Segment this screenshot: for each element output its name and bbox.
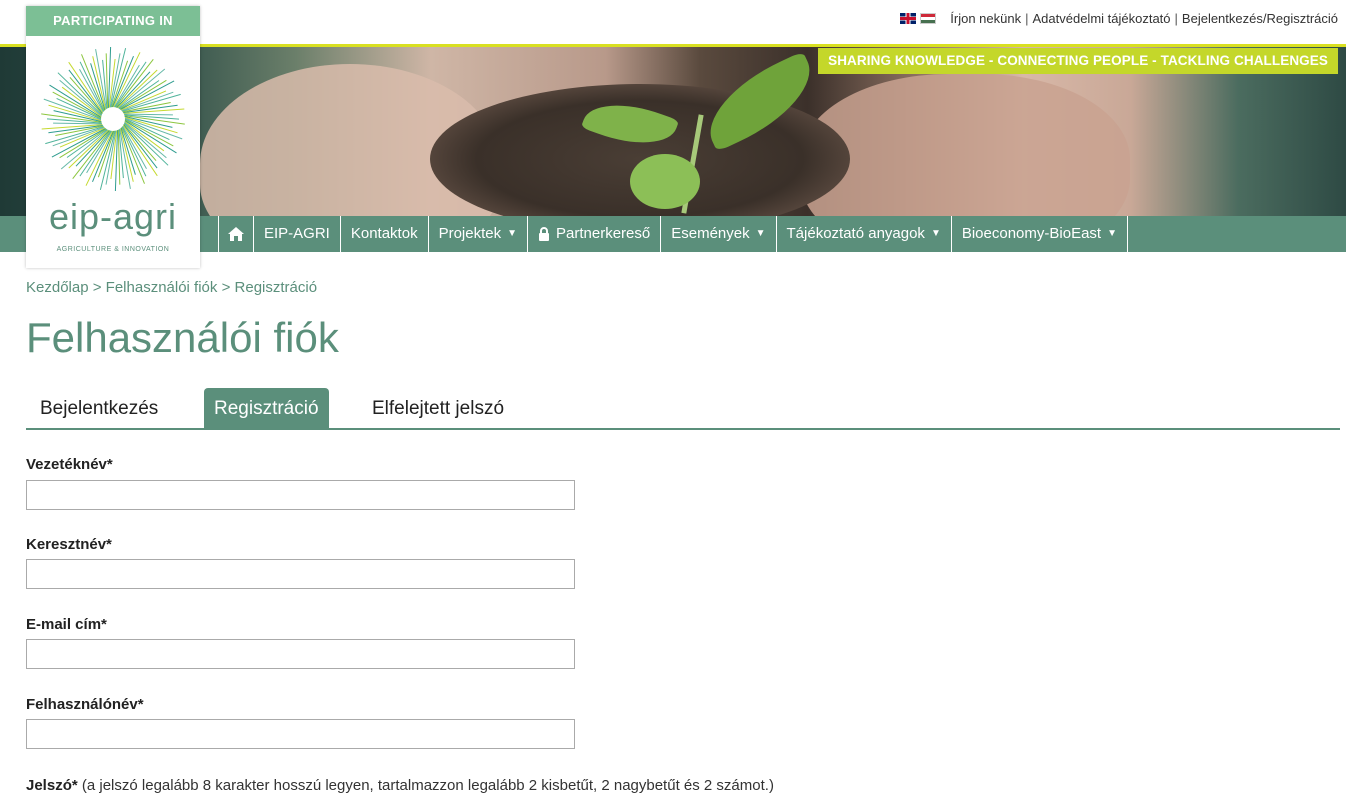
- lastname-label: Vezetéknév*: [26, 456, 113, 473]
- nav-tajekoztato-anyagok[interactable]: Tájékoztató anyagok ▼: [775, 216, 951, 252]
- tab-register[interactable]: Regisztráció: [204, 388, 329, 428]
- hero-leaf: [630, 154, 700, 209]
- username-input[interactable]: [26, 719, 575, 749]
- logo-name: eip-agri: [48, 196, 178, 237]
- logo-subtitle: AGRICULTURE & INNOVATION: [56, 246, 170, 253]
- password-hint: (a jelszó legalább 8 karakter hosszú leg…: [81, 777, 774, 794]
- page-title: Felhasználói fiók: [26, 314, 339, 361]
- hu-flag-icon[interactable]: [920, 13, 937, 24]
- hero-tagline: SHARING KNOWLEDGE - CONNECTING PEOPLE - …: [818, 48, 1338, 74]
- tab-login[interactable]: Bejelentkezés: [30, 388, 168, 428]
- nav-items: EIP-AGRI Kontaktok Projektek ▼ Partnerke…: [218, 216, 1128, 252]
- nav-label: Kontaktok: [350, 225, 418, 242]
- hero-banner: SHARING KNOWLEDGE - CONNECTING PEOPLE - …: [0, 44, 1346, 216]
- tab-forgot-password[interactable]: Elfelejtett jelszó: [362, 388, 514, 428]
- main-nav: EIP-AGRI Kontaktok Projektek ▼ Partnerke…: [0, 216, 1346, 252]
- logo-ray: [92, 130, 114, 182]
- top-utility-bar: Írjon nekünk | Adatvédelmi tájékoztató |…: [0, 0, 1346, 44]
- contact-link[interactable]: Írjon nekünk: [950, 11, 1021, 26]
- nav-bioeconomy-bioeast[interactable]: Bioeconomy-BioEast ▼: [950, 216, 1128, 252]
- logo-ray: [68, 129, 109, 169]
- nav-partnerkereso[interactable]: Partnerkereső: [527, 216, 660, 252]
- logo-ray: [117, 69, 158, 109]
- email-label: E-mail cím*: [26, 616, 107, 633]
- account-tabs: Bejelentkezés Regisztráció Elfelejtett j…: [26, 388, 1340, 430]
- hero-top-line: [0, 44, 1346, 47]
- firstname-input[interactable]: [26, 559, 575, 589]
- nav-projektek[interactable]: Projektek ▼: [427, 216, 527, 252]
- eip-agri-logo[interactable]: PARTICIPATING IN eip-agri AGRICULTURE & …: [26, 6, 200, 268]
- caret-down-icon: ▼: [755, 228, 766, 239]
- breadcrumb-separator: >: [92, 279, 102, 296]
- breadcrumb-item-current: Regisztráció: [234, 279, 318, 296]
- logo-ray: [112, 56, 134, 108]
- password-label-row: Jelszó* (a jelszó legalább 8 karakter ho…: [26, 777, 774, 794]
- nav-esemenyek[interactable]: Események ▼: [660, 216, 775, 252]
- logo-header: PARTICIPATING IN: [26, 6, 200, 36]
- nav-kontaktok[interactable]: Kontaktok: [339, 216, 428, 252]
- logo-ray: [53, 122, 103, 125]
- caret-down-icon: ▼: [507, 228, 518, 239]
- nav-home[interactable]: [218, 216, 253, 252]
- breadcrumb-item[interactable]: Kezdőlap: [26, 279, 89, 296]
- caret-down-icon: ▼: [930, 228, 941, 239]
- caret-down-icon: ▼: [1107, 228, 1117, 239]
- top-links: Írjon nekünk | Adatvédelmi tájékoztató |…: [900, 11, 1338, 26]
- nav-eip-agri[interactable]: EIP-AGRI: [253, 216, 340, 252]
- nav-label: Bioeconomy-BioEast: [961, 225, 1102, 242]
- nav-label: Tájékoztató anyagok: [786, 225, 925, 242]
- logo-ray: [123, 123, 157, 162]
- lock-icon: [539, 227, 550, 241]
- sunburst-logo-icon: [41, 46, 185, 192]
- uk-flag-icon[interactable]: [900, 13, 917, 24]
- firstname-label: Keresztnév*: [26, 536, 112, 553]
- nav-label: Partnerkereső: [556, 225, 651, 242]
- lastname-input[interactable]: [26, 480, 575, 510]
- login-register-link[interactable]: Bejelentkezés/Regisztráció: [1182, 11, 1338, 26]
- breadcrumb-separator: >: [221, 279, 231, 296]
- logo-ray: [123, 113, 173, 116]
- link-separator: |: [1025, 11, 1029, 26]
- hero-hand-right: [800, 74, 1130, 216]
- breadcrumb: Kezdőlap > Felhasználói fiók > Regisztrá…: [26, 279, 317, 296]
- email-input[interactable]: [26, 639, 575, 669]
- nav-label: EIP-AGRI: [264, 225, 330, 242]
- nav-label: Események: [671, 225, 750, 242]
- home-icon: [228, 227, 244, 241]
- nav-label: Projektek: [438, 225, 502, 242]
- username-label: Felhasználónév*: [26, 696, 144, 713]
- link-separator: |: [1174, 11, 1178, 26]
- privacy-link[interactable]: Adatvédelmi tájékoztató: [1033, 11, 1171, 26]
- logo-ray: [69, 76, 103, 115]
- password-label: Jelszó*: [26, 777, 78, 794]
- breadcrumb-item[interactable]: Felhasználói fiók: [106, 279, 218, 296]
